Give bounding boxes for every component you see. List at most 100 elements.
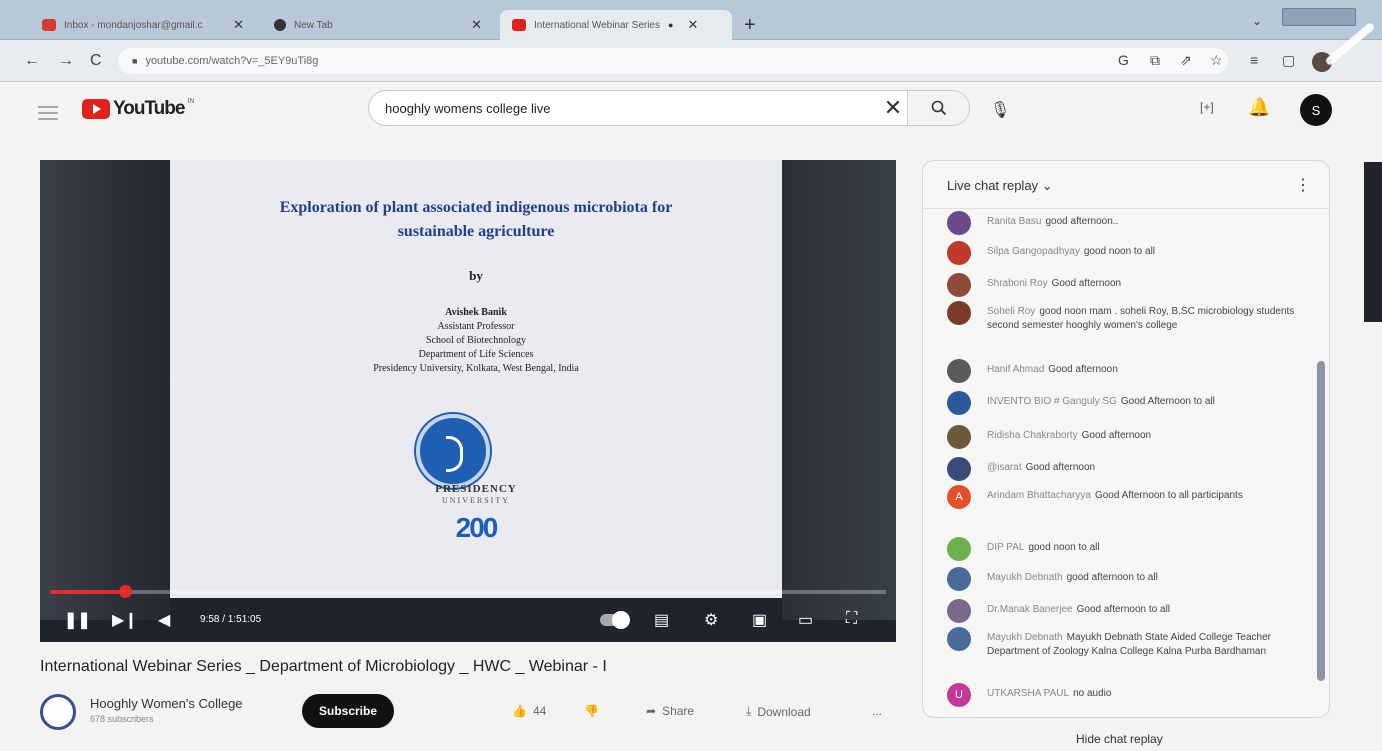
chat-author-avatar[interactable] (947, 567, 971, 591)
chat-mode-dropdown[interactable]: Live chat replay ⌄ (947, 178, 1053, 194)
chat-author-avatar[interactable] (947, 425, 971, 449)
chat-author-avatar[interactable] (947, 211, 971, 235)
url-bar[interactable]: ■ youtube.com/watch?v=_5EY9uTi8g (118, 48, 1228, 74)
youtube-page: YouTube IN ✕ 🎙 [+] 🔔 S Exploration of pl… (0, 82, 1382, 751)
chat-author-avatar[interactable] (947, 273, 971, 297)
youtube-play-icon (82, 99, 110, 119)
volume-icon[interactable]: ◀ (158, 610, 170, 630)
chat-author-avatar[interactable]: A (947, 485, 971, 509)
settings-gear-icon[interactable]: ⚙ (704, 610, 718, 630)
account-avatar[interactable]: S (1300, 94, 1332, 126)
chat-message-body: UTKARSHA PAUL no audio (987, 683, 1111, 707)
chat-author-name[interactable]: Ranita Basu (987, 216, 1041, 227)
microphone-icon[interactable]: 🎙 (990, 100, 1010, 120)
download-button[interactable]: ⤓ Download (746, 704, 811, 719)
hamburger-menu-icon[interactable] (38, 102, 58, 124)
tab-new-tab[interactable]: New Tab ✕ (262, 10, 494, 40)
chat-author-name[interactable]: Shraboni Roy (987, 278, 1048, 289)
fullscreen-icon[interactable]: ⛶ (846, 610, 857, 628)
chat-author-avatar[interactable]: U (947, 683, 971, 707)
next-icon[interactable]: ▶❙ (112, 610, 138, 630)
chat-message-body: @isarat Good afternoon (987, 457, 1095, 481)
chat-message: U UTKARSHA PAUL no audio (947, 683, 1307, 707)
address-bar-row: ← → C ■ youtube.com/watch?v=_5EY9uTi8g G… (0, 40, 1382, 82)
chat-message-body: DIP PAL good noon to all (987, 537, 1100, 561)
chat-message: Hanif Ahmad Good afternoon (947, 359, 1307, 383)
chat-message-text: Good afternoon (1025, 462, 1096, 473)
chat-message: DIP PAL good noon to all (947, 537, 1307, 561)
chat-author-name[interactable]: DIP PAL (987, 542, 1024, 553)
new-tab-button[interactable]: + (744, 14, 756, 37)
tab-youtube[interactable]: International Webinar Series ● ✕ (500, 10, 732, 40)
chat-author-name[interactable]: Arindam Bhattacharyya (987, 490, 1091, 501)
pause-icon[interactable]: ❚❚ (64, 610, 91, 630)
reading-list-icon[interactable]: ≡ (1250, 52, 1258, 68)
clear-search-icon[interactable]: ✕ (879, 95, 907, 121)
youtube-logo[interactable]: YouTube IN (82, 98, 194, 120)
google-icon[interactable]: G (1118, 52, 1129, 68)
more-actions-button[interactable]: ... (872, 704, 882, 718)
chat-author-name[interactable]: Mayukh Debnath (987, 572, 1063, 583)
slide-speaker-info: Avishek Banik Assistant Professor School… (170, 306, 782, 376)
subtitles-icon[interactable]: ▤ (654, 610, 669, 630)
cast-icon[interactable]: ⧉ (1150, 52, 1160, 69)
chat-author-name[interactable]: INVENTO BIO # Ganguly SG (987, 396, 1117, 407)
close-tab-icon[interactable]: ✕ (471, 17, 482, 33)
chat-scrollbar[interactable] (1317, 361, 1325, 681)
notifications-bell-icon[interactable]: 🔔 (1248, 97, 1270, 118)
chat-author-avatar[interactable] (947, 241, 971, 265)
forward-arrow-icon[interactable]: → (58, 52, 74, 70)
like-button[interactable]: 👍 44 (512, 704, 546, 718)
theater-mode-icon[interactable]: ▭ (798, 610, 813, 630)
channel-name[interactable]: Hooghly Women's College (90, 696, 243, 711)
chat-options-icon[interactable]: ⋮ (1295, 175, 1311, 195)
chat-author-avatar[interactable] (947, 599, 971, 623)
video-player[interactable]: Exploration of plant associated indigeno… (40, 160, 896, 642)
chat-author-avatar[interactable] (947, 457, 971, 481)
close-tab-icon[interactable]: ✕ (687, 17, 698, 33)
close-tab-icon[interactable]: ✕ (233, 17, 244, 33)
miniplayer-icon[interactable]: ▣ (752, 610, 767, 630)
slide-title-line-1: Exploration of plant associated indigeno… (279, 199, 673, 216)
tab-search-chevron-icon[interactable]: ⌄ (1252, 14, 1262, 28)
chat-header: Live chat replay ⌄ ⋮ (923, 161, 1329, 209)
channel-avatar[interactable] (40, 694, 76, 730)
chat-author-name[interactable]: Dr.Manak Banerjee (987, 604, 1073, 615)
hide-chat-replay-button[interactable]: Hide chat replay (1076, 732, 1163, 746)
audio-icon[interactable]: ● (668, 20, 673, 30)
sidebar-icon[interactable]: ▢ (1282, 52, 1295, 69)
chat-author-name[interactable]: Ridisha Chakraborty (987, 430, 1078, 441)
chat-author-name[interactable]: Silpa Gangopadhyay (987, 246, 1080, 257)
progress-bar[interactable] (50, 585, 886, 598)
share-button[interactable]: ➦ Share (646, 704, 694, 718)
chat-author-name[interactable]: Mayukh Debnath (987, 632, 1063, 643)
reload-icon[interactable]: C (90, 52, 102, 70)
back-arrow-icon[interactable]: ← (24, 52, 40, 70)
search-box: ✕ (368, 90, 970, 126)
autoplay-toggle[interactable] (600, 611, 630, 629)
window-controls[interactable] (1282, 8, 1356, 26)
chat-author-avatar[interactable] (947, 301, 971, 325)
chat-message: Soheli Roy good noon mam . soheli Roy, B.… (947, 301, 1307, 333)
chat-author-name[interactable]: UTKARSHA PAUL (987, 688, 1069, 699)
chat-author-name[interactable]: Soheli Roy (987, 306, 1035, 317)
chrome-icon (274, 19, 286, 31)
chat-author-avatar[interactable] (947, 627, 971, 651)
slide-title: Exploration of plant associated indigeno… (170, 196, 782, 244)
video-backdrop-left (40, 160, 170, 620)
bookmark-star-icon[interactable]: ☆ (1210, 52, 1223, 69)
chat-author-name[interactable]: Hanif Ahmad (987, 364, 1044, 375)
chat-message-text: good afternoon.. (1045, 216, 1119, 227)
search-button[interactable] (907, 91, 969, 125)
subscribe-button[interactable]: Subscribe (302, 694, 394, 728)
search-input[interactable] (369, 100, 879, 116)
create-video-icon[interactable]: [+] (1200, 100, 1214, 114)
tab-gmail[interactable]: Inbox - mondanjoshar@gmail.c ✕ (30, 10, 256, 40)
chat-author-avatar[interactable] (947, 359, 971, 383)
share-page-icon[interactable]: ⇗ (1180, 52, 1192, 69)
chat-author-name[interactable]: @isarat (987, 462, 1022, 473)
chat-author-avatar[interactable] (947, 391, 971, 415)
share-label: Share (662, 704, 695, 718)
dislike-button[interactable]: 👎 (584, 704, 599, 718)
chat-author-avatar[interactable] (947, 537, 971, 561)
